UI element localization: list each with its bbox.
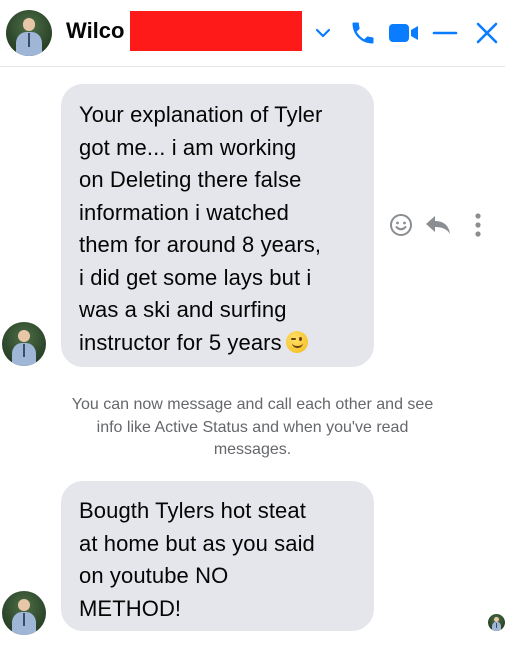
sender-avatar[interactable]: [2, 322, 46, 366]
chat-header: Wilco: [0, 0, 505, 67]
message-line: got me... i am working: [79, 134, 297, 160]
message-line: on youtube NO: [79, 563, 229, 588]
message-line: Bougth Tylers hot steat: [79, 498, 306, 523]
phone-icon[interactable]: [346, 16, 380, 50]
reply-icon[interactable]: [423, 212, 453, 238]
message-line: on Deleting there false: [79, 167, 302, 192]
system-message-line: You can now message and call each other …: [71, 396, 434, 413]
minimize-icon[interactable]: [428, 16, 462, 50]
react-icon[interactable]: [388, 212, 414, 238]
message-line: them for around 8 years,: [79, 232, 322, 257]
winking-face-emoji: [285, 330, 308, 353]
message-line: instructor for 5 years: [79, 327, 356, 360]
video-icon[interactable]: [387, 16, 421, 50]
read-receipt-avatar: [488, 614, 505, 631]
chevron-down-icon[interactable]: [306, 16, 340, 50]
message-line: Your explanation of Tyler: [79, 102, 323, 127]
system-message-line: messages.: [213, 441, 292, 458]
message-line: at home but as you said: [79, 530, 315, 556]
system-message-line: info like Active Status and when you've …: [96, 418, 409, 436]
redaction-box: [130, 11, 302, 51]
message-bubble[interactable]: Bougth Tylers hot steat at home but as y…: [61, 481, 374, 631]
message-line: i did get some lays but i: [79, 264, 312, 290]
system-message: You can now message and call each other …: [30, 394, 475, 462]
message-line: was a ski and surfing: [79, 297, 287, 322]
sender-avatar[interactable]: [2, 591, 46, 635]
message-bubble[interactable]: Your explanation of Tyler got me... i am…: [61, 84, 374, 367]
message-line: METHOD!: [79, 595, 182, 621]
message-line: information i watched: [79, 199, 289, 225]
close-icon[interactable]: [470, 16, 504, 50]
contact-avatar[interactable]: [6, 10, 52, 56]
more-icon[interactable]: [468, 210, 488, 240]
contact-name[interactable]: Wilco: [66, 18, 124, 44]
